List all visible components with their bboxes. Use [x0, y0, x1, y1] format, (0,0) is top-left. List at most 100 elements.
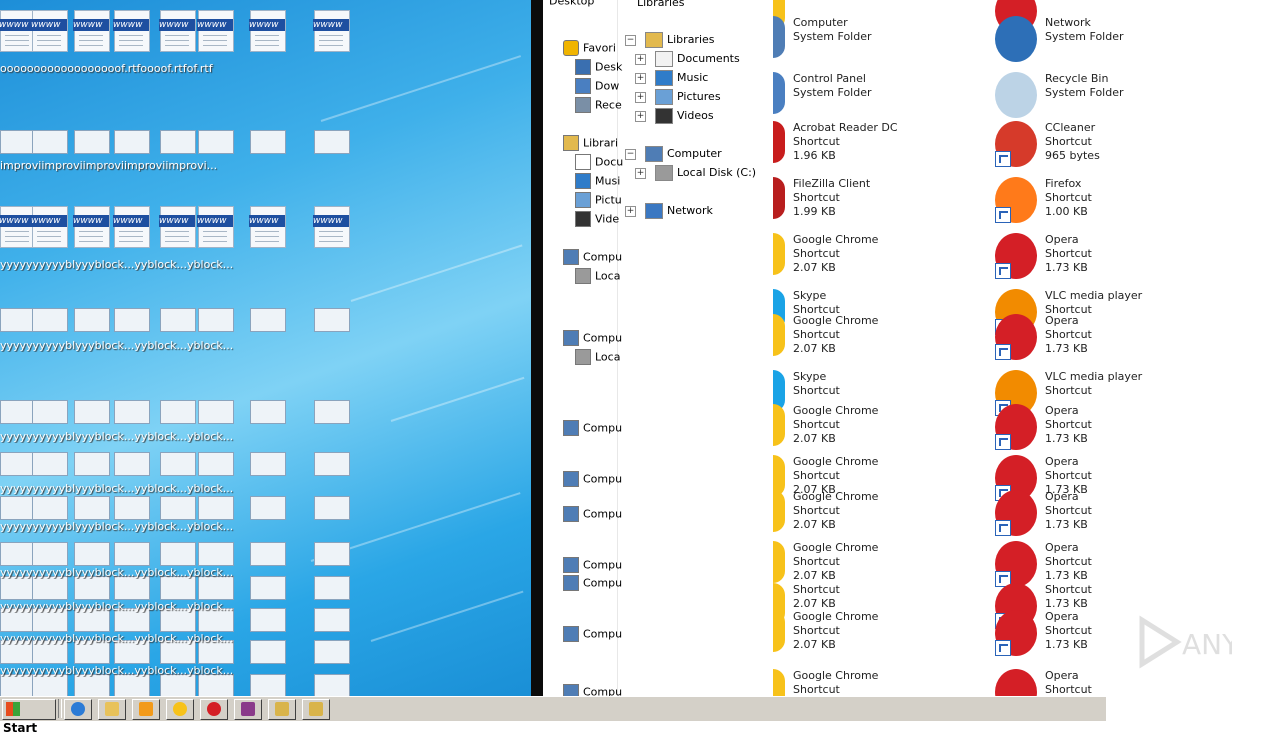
rtf-file-icon[interactable]: wwww: [73, 10, 110, 52]
file-entry-opera[interactable]: Opera Shortcut 1.73 KB: [995, 233, 1225, 283]
rtf-banner: wwww: [313, 215, 349, 227]
taskbar-button-program[interactable]: [302, 699, 330, 720]
tree-item-computer[interactable]: − Computer: [625, 146, 722, 162]
file-entry-google-chrome[interactable]: Google Chrome Shortcut 2.07 KB: [773, 610, 1003, 660]
rtf-file-icon[interactable]: wwww: [313, 206, 350, 248]
rtf-file-icon[interactable]: wwww: [0, 10, 36, 52]
rtf-file-icon[interactable]: wwww: [159, 10, 196, 52]
start-button[interactable]: Start: [2, 699, 56, 735]
tree-item-music[interactable]: + Music: [635, 70, 708, 86]
nav-item-pictu[interactable]: Pictu: [575, 192, 622, 208]
tree-item-pictures[interactable]: + Pictures: [635, 89, 721, 105]
rtf-file-icon[interactable]: wwww: [197, 10, 234, 52]
nav-item-rece[interactable]: Rece: [575, 97, 622, 113]
nav-item-compu[interactable]: Compu: [563, 420, 622, 436]
nav-top-label: Desktop: [549, 0, 594, 10]
file-entry-network[interactable]: Network System Folder: [995, 16, 1225, 66]
nav-item-musi[interactable]: Musi: [575, 173, 620, 189]
tree-item-libraries[interactable]: − Libraries: [625, 32, 715, 48]
rtf-file-icon[interactable]: wwww: [113, 206, 150, 248]
rtf-file-icon[interactable]: wwww: [197, 206, 234, 248]
nav-item-compu[interactable]: Compu: [563, 575, 622, 591]
tree-expander[interactable]: +: [635, 54, 646, 65]
tree-expander[interactable]: +: [635, 73, 646, 84]
file-entry-ccleaner[interactable]: CCleaner Shortcut 965 bytes: [995, 121, 1225, 171]
file-size: 2.07 KB: [793, 518, 836, 531]
file-entry-google-chrome[interactable]: Google Chrome Shortcut 2.07 KB: [773, 404, 1003, 454]
nav-item-vide[interactable]: Vide: [575, 211, 619, 227]
file-entry-filezilla-client[interactable]: FileZilla Client Shortcut 1.99 KB: [773, 177, 1003, 227]
nav-item-compu[interactable]: Compu: [563, 684, 622, 696]
file-entry-google-chrome[interactable]: Google Chrome Shortcut 2.07 KB: [773, 233, 1003, 283]
tree-expander[interactable]: −: [625, 35, 636, 46]
rtf-file-icon[interactable]: wwww: [159, 206, 196, 248]
file-name: Opera: [1045, 404, 1079, 417]
file-entry-google-chrome[interactable]: Google Chrome Shortcut 2.07 KB: [773, 490, 1003, 540]
tree-expander[interactable]: +: [635, 111, 646, 122]
nav-item-compu[interactable]: Compu: [563, 471, 622, 487]
shortcut-arrow-icon: [995, 207, 1011, 223]
nav-item-loca[interactable]: Loca: [575, 268, 620, 284]
file-entry-opera[interactable]: Opera Shortcut 1.73 KB: [995, 314, 1225, 364]
text-line: [165, 40, 189, 41]
tree-item-videos[interactable]: + Videos: [635, 108, 714, 124]
taskbar-button-ie[interactable]: [64, 699, 92, 720]
nav-item-compu[interactable]: Compu: [563, 330, 622, 346]
tree-expander[interactable]: +: [625, 206, 636, 217]
nav-item-compu[interactable]: Compu: [563, 626, 622, 642]
taskbar-button-program[interactable]: [268, 699, 296, 720]
nav-item-compu[interactable]: Compu: [563, 249, 622, 265]
rtf-file-icon[interactable]: wwww: [113, 10, 150, 52]
file-entry-firefox[interactable]: Firefox Shortcut 1.00 KB: [995, 177, 1225, 227]
tree-item-documents[interactable]: + Documents: [635, 51, 740, 67]
rtf-file-icon[interactable]: wwww: [73, 206, 110, 248]
desktop-file-icon-fragment: [314, 674, 350, 696]
taskbar-button-opera[interactable]: [200, 699, 228, 720]
opera-icon: [995, 610, 1037, 656]
text-line: [119, 35, 143, 36]
taskbar-button-media-player[interactable]: [132, 699, 160, 720]
desktop-file-icon-fragment: [32, 576, 68, 600]
rtf-file-icon[interactable]: wwww: [313, 10, 350, 52]
nav-item-label: Dow: [595, 79, 620, 93]
rtf-file-icon[interactable]: wwww: [249, 10, 286, 52]
nav-item-dow[interactable]: Dow: [575, 78, 619, 94]
file-entry-opera[interactable]: Opera Shortcut 1.73 KB: [995, 490, 1225, 540]
nav-item-compu[interactable]: Compu: [563, 557, 622, 573]
file-entry-acrobat-reader-dc[interactable]: Acrobat Reader DC Shortcut 1.96 KB: [773, 121, 1003, 171]
file-entry-control-panel[interactable]: Control Panel System Folder: [773, 72, 1003, 122]
file-name: VLC media player: [1045, 289, 1143, 302]
tree-expander[interactable]: −: [625, 149, 636, 160]
text-line: [79, 241, 103, 242]
taskbar-button-explorer[interactable]: [98, 699, 126, 720]
tree-expander[interactable]: +: [635, 168, 646, 179]
opera-icon: [995, 314, 1037, 360]
nav-item-compu[interactable]: Compu: [563, 506, 622, 522]
desktop-file-icon-fragment: [0, 674, 36, 696]
opera-icon: [995, 404, 1037, 450]
taskbar-button-winrar[interactable]: [234, 699, 262, 720]
network-icon: [645, 203, 663, 219]
chrome-icon: [773, 314, 785, 356]
nav-item-librari[interactable]: Librari: [563, 135, 618, 151]
nav-item-docu[interactable]: Docu: [575, 154, 623, 170]
taskbar-button-chrome[interactable]: [166, 699, 194, 720]
rtf-file-icon[interactable]: wwww: [0, 206, 36, 248]
rtf-file-icon[interactable]: wwww: [31, 10, 68, 52]
nav-item-desk[interactable]: Desk: [575, 59, 622, 75]
file-entry-text: Opera Shortcut 1.73 KB: [1045, 541, 1092, 583]
tree-item-network[interactable]: + Network: [625, 203, 713, 219]
file-entry-opera[interactable]: Opera Shortcut: [995, 669, 1225, 696]
file-entry-google-chrome[interactable]: Google Chrome Shortcut: [773, 669, 1003, 696]
file-entry-text: VLC media player Shortcut: [1045, 289, 1142, 317]
nav-item-favori[interactable]: Favori: [563, 40, 616, 56]
tree-item-local-disk-c-[interactable]: + Local Disk (C:): [635, 165, 756, 181]
file-entry-google-chrome[interactable]: Google Chrome Shortcut 2.07 KB: [773, 314, 1003, 364]
file-entry-recycle-bin[interactable]: Recycle Bin System Folder: [995, 72, 1225, 122]
tree-expander[interactable]: +: [635, 92, 646, 103]
file-entry-opera[interactable]: Opera Shortcut 1.73 KB: [995, 404, 1225, 454]
rtf-file-icon[interactable]: wwww: [249, 206, 286, 248]
rtf-file-icon[interactable]: wwww: [31, 206, 68, 248]
nav-item-loca[interactable]: Loca: [575, 349, 620, 365]
file-entry-computer[interactable]: Computer System Folder: [773, 16, 1003, 66]
